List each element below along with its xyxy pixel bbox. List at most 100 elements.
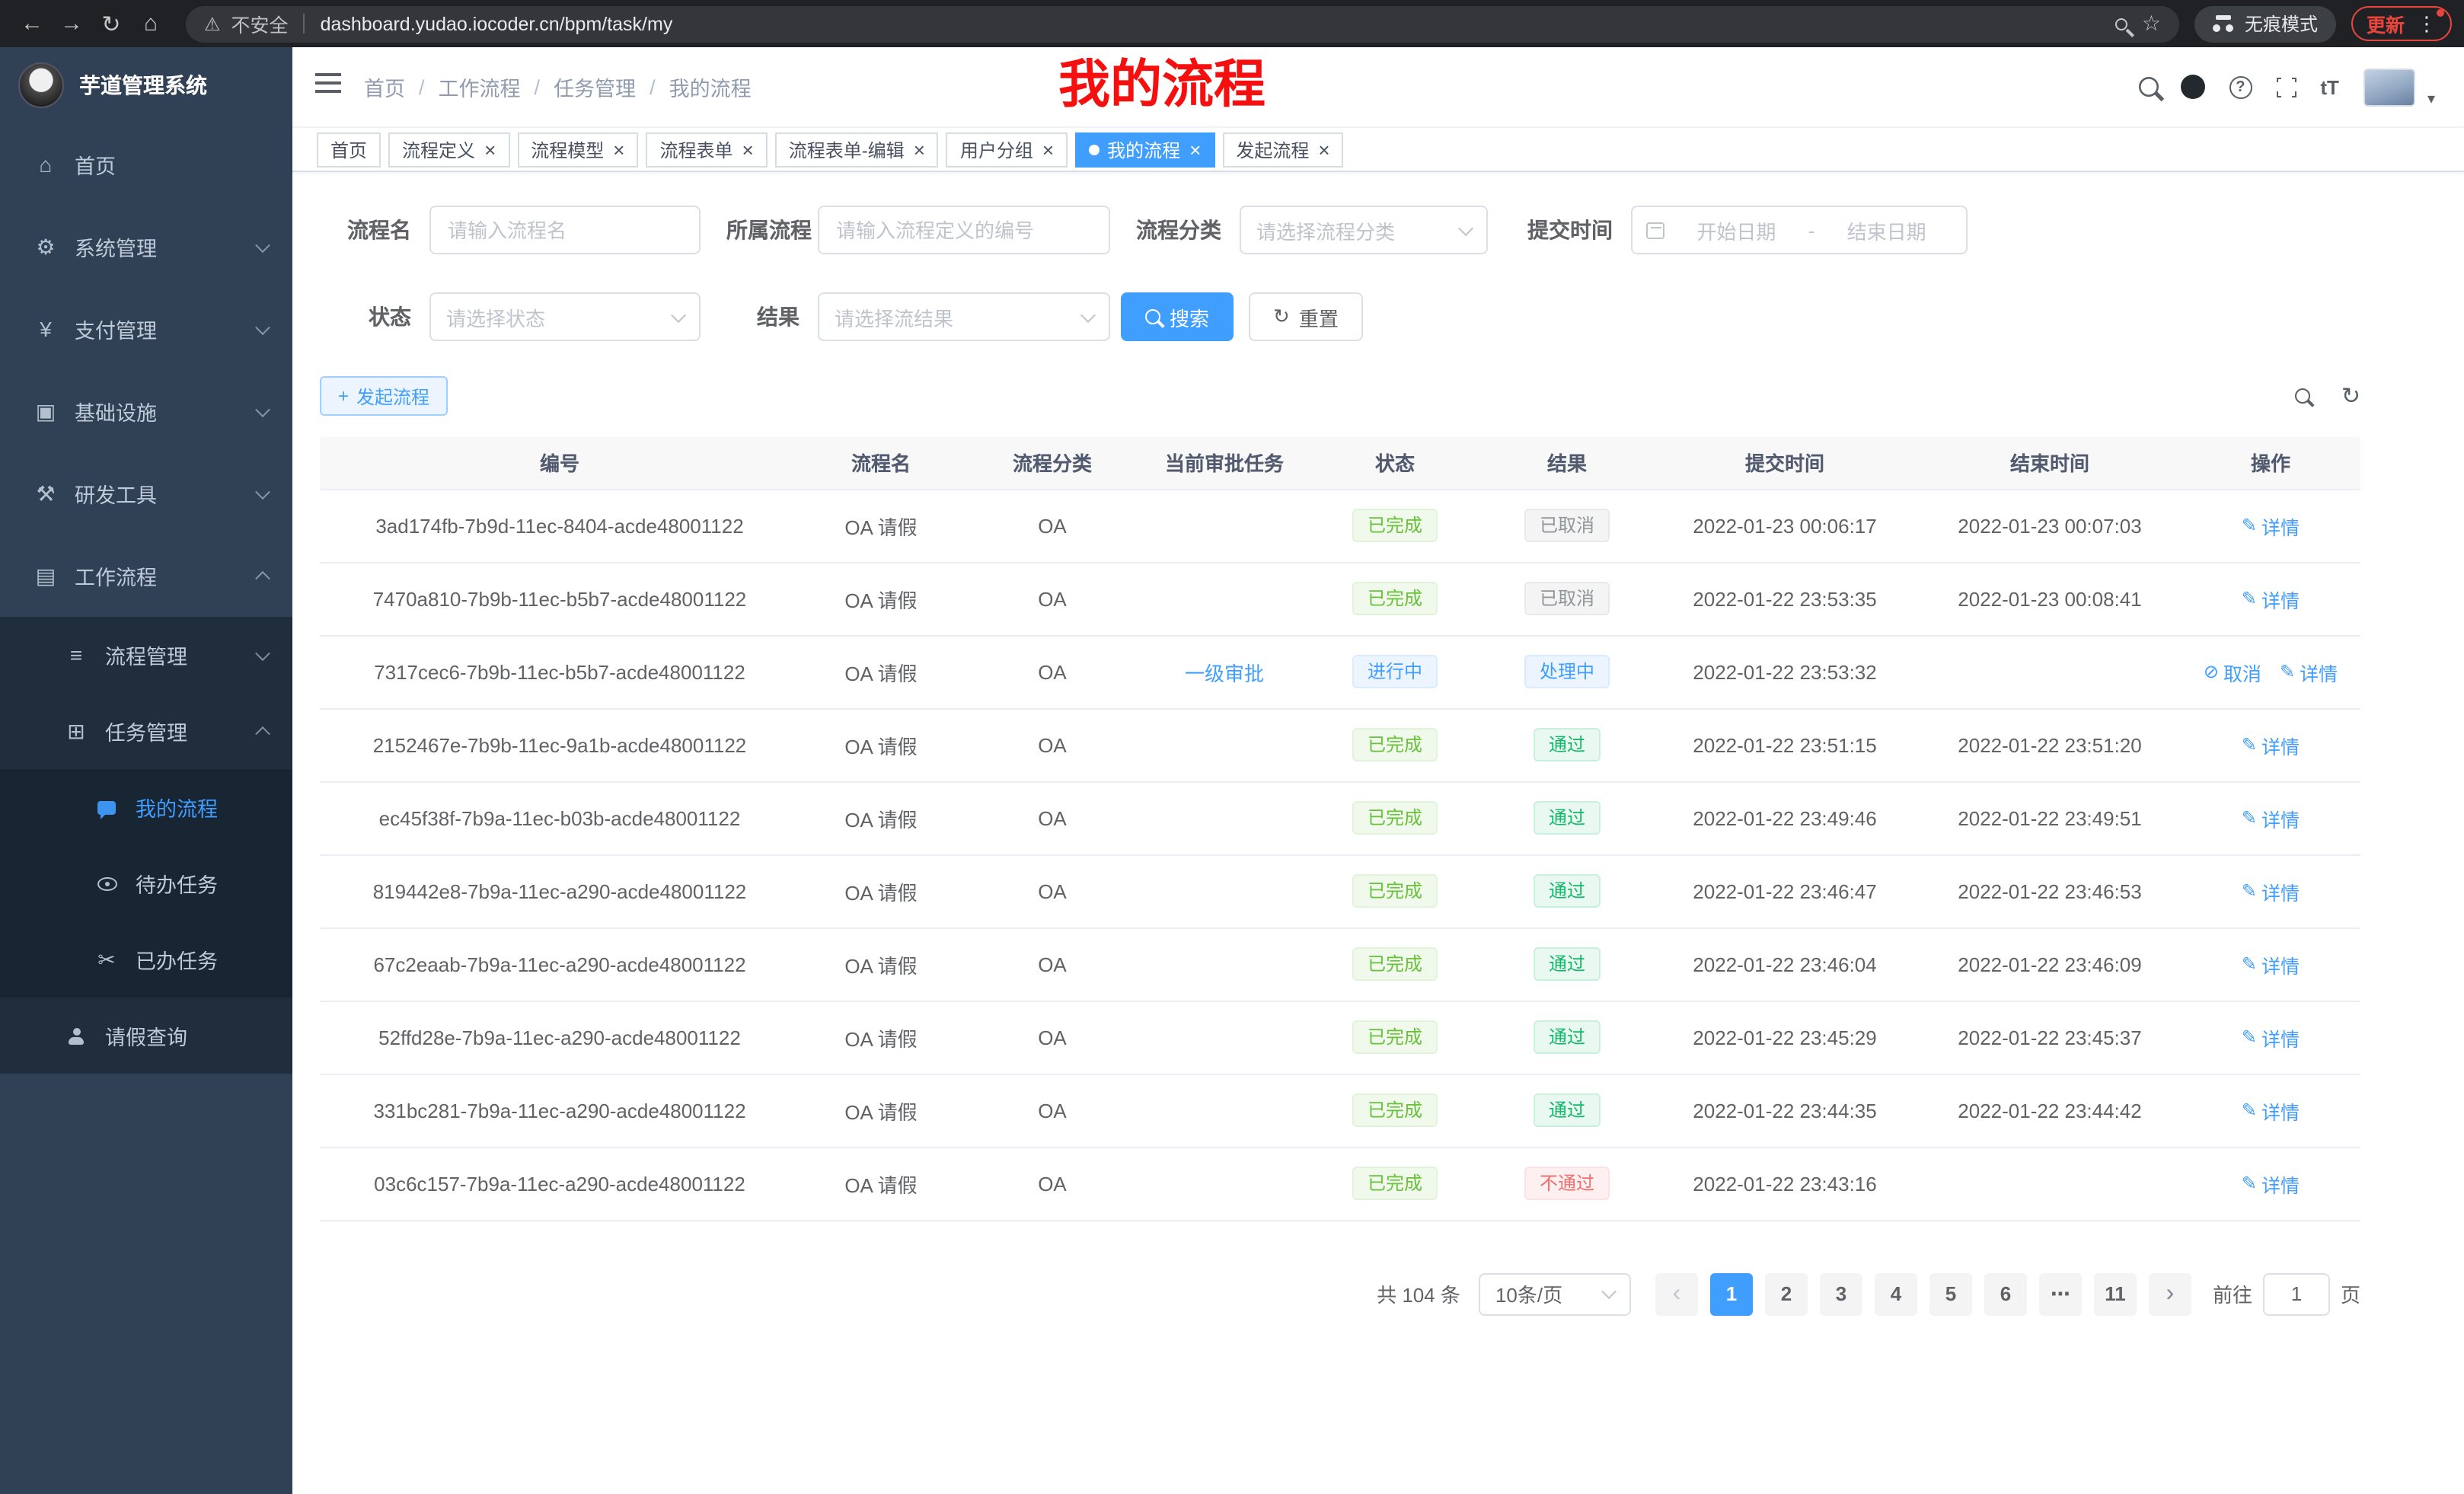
close-icon[interactable]: × [484, 139, 496, 159]
process-name-input[interactable] [429, 206, 701, 254]
tab-process-form[interactable]: 流程表单× [646, 132, 767, 167]
page-button-4[interactable]: 4 [1875, 1272, 1917, 1315]
detail-link[interactable]: ✎详情 [2242, 511, 2300, 540]
tab-process-model[interactable]: 流程模型 × [517, 132, 638, 167]
sidebar-item-infrastructure[interactable]: ▣基础设施 [0, 370, 292, 452]
result-select[interactable]: 请选择流结果 [818, 292, 1110, 341]
browser-forward-icon[interactable]: → [52, 4, 91, 43]
breadcrumb-item[interactable]: 我的流程 [669, 72, 752, 102]
page-button-5[interactable]: 5 [1929, 1272, 1972, 1315]
goto-page-input[interactable] [2263, 1272, 2330, 1315]
owner-process-input[interactable] [818, 206, 1110, 254]
main-area: 首页/工作流程/任务管理/我的流程 我的流程 ? tT ▾ 首页流程定义×流程模… [292, 47, 2464, 1494]
browser-home-icon[interactable]: ⌂ [131, 4, 171, 43]
breadcrumb-item[interactable]: 工作流程 [439, 72, 521, 102]
start-date-placeholder[interactable]: 开始日期 [1671, 215, 1802, 244]
sidebar-item-process-mgmt[interactable]: ≡流程管理 [0, 617, 292, 693]
help-icon[interactable]: ? [2229, 75, 2252, 98]
close-icon[interactable]: × [742, 139, 754, 159]
chevron-down-icon [255, 645, 270, 660]
password-key-icon[interactable] [2116, 13, 2131, 34]
close-icon[interactable]: × [613, 139, 624, 159]
detail-link[interactable]: ✎详情 [2242, 876, 2300, 905]
sidebar-menu: ⌂首页⚙系统管理¥支付管理▣基础设施⚒研发工具▤工作流程≡流程管理⊞任务管理我的… [0, 123, 292, 1074]
update-chip[interactable]: 更新 ⋮ [2351, 6, 2452, 41]
app-title: 芋道管理系统 [79, 70, 207, 101]
table-search-icon[interactable] [2296, 388, 2311, 404]
sidebar-item-leave-query[interactable]: 请假查询 [0, 998, 292, 1074]
detail-link[interactable]: ✎详情 [2242, 584, 2300, 613]
breadcrumb-item[interactable]: 任务管理 [554, 72, 636, 102]
security-label[interactable]: 不安全 [231, 9, 289, 38]
bookmark-star-icon[interactable]: ☆ [2142, 11, 2161, 37]
browser-reload-icon[interactable]: ↻ [91, 4, 131, 43]
table-refresh-icon[interactable]: ↻ [2341, 382, 2360, 410]
page-button-11[interactable]: 11 [2094, 1272, 2137, 1315]
tab-my-process[interactable]: 我的流程× [1075, 132, 1214, 167]
cell-category: OA [962, 489, 1142, 562]
page-button-6[interactable]: 6 [1984, 1272, 2027, 1315]
caret-down-icon[interactable]: ▾ [2427, 91, 2435, 107]
page-more-button[interactable]: ⋯ [2039, 1272, 2082, 1315]
address-bar[interactable]: ⚠ 不安全 dashboard.yudao.iocoder.cn/bpm/tas… [186, 5, 2179, 42]
tab-process-form-edit[interactable]: 流程表单-编辑× [775, 132, 939, 167]
sidebar-item-dev-tools[interactable]: ⚒研发工具 [0, 452, 292, 535]
tab-user-group[interactable]: 用户分组× [946, 132, 1068, 167]
font-size-icon[interactable]: tT [2320, 75, 2339, 98]
calendar-icon [1646, 222, 1664, 238]
detail-link[interactable]: ✎详情 [2242, 1023, 2300, 1052]
close-icon[interactable]: × [1042, 139, 1054, 159]
close-icon[interactable]: × [1189, 139, 1201, 159]
search-icon[interactable] [2140, 79, 2156, 94]
avatar[interactable] [2363, 68, 2415, 106]
status-select[interactable]: 请选择状态 [429, 292, 701, 341]
sidebar-item-my-process[interactable]: 我的流程 [0, 769, 292, 845]
breadcrumb-item[interactable]: 首页 [364, 72, 405, 102]
end-date-placeholder[interactable]: 结束日期 [1821, 215, 1952, 244]
tab-process-definition[interactable]: 流程定义× [388, 132, 509, 167]
filter-label-owner-process: 所属流程 [726, 215, 818, 245]
sidebar-item-task-mgmt[interactable]: ⊞任务管理 [0, 693, 292, 769]
detail-link[interactable]: ✎详情 [2242, 1169, 2300, 1198]
browser-toolbar: ← → ↻ ⌂ ⚠ 不安全 dashboard.yudao.iocoder.cn… [0, 0, 2464, 47]
cell-current-task [1142, 927, 1307, 1001]
tab-label: 流程模型 [531, 136, 604, 162]
page-button-2[interactable]: 2 [1765, 1272, 1808, 1315]
cancel-link[interactable]: ⊘取消 [2204, 657, 2261, 686]
search-button[interactable]: 搜索 [1121, 292, 1234, 341]
detail-link[interactable]: ✎详情 [2242, 803, 2300, 832]
detail-link[interactable]: ✎详情 [2280, 657, 2338, 686]
task-link[interactable]: 一级审批 [1185, 662, 1264, 685]
page-button-3[interactable]: 3 [1820, 1272, 1862, 1315]
page-button-1[interactable]: 1 [1710, 1272, 1753, 1315]
sidebar-item-workflow[interactable]: ▤工作流程 [0, 535, 292, 617]
prev-page-button[interactable]: ‹ [1655, 1272, 1698, 1315]
detail-link[interactable]: ✎详情 [2242, 730, 2300, 759]
tab-home[interactable]: 首页 [317, 132, 381, 167]
fullscreen-icon[interactable] [2276, 77, 2296, 97]
detail-link[interactable]: ✎详情 [2242, 950, 2300, 978]
sidebar-item-done-tasks[interactable]: ✂已办任务 [0, 921, 292, 998]
close-icon[interactable]: × [914, 139, 925, 159]
sidebar-item-payment-mgmt[interactable]: ¥支付管理 [0, 288, 292, 370]
detail-link[interactable]: ✎详情 [2242, 1096, 2300, 1125]
close-icon[interactable]: × [1318, 139, 1329, 159]
reset-button[interactable]: ↻ 重置 [1249, 292, 1363, 341]
tab-start-process[interactable]: 发起流程× [1222, 132, 1343, 167]
create-process-button[interactable]: + 发起流程 [320, 376, 448, 416]
github-icon[interactable] [2180, 75, 2204, 99]
sidebar-toggle[interactable] [315, 73, 341, 101]
select-placeholder: 请选择流结果 [835, 302, 953, 331]
browser-menu-icon[interactable]: ⋮ [2417, 11, 2437, 36]
sidebar-item-todo-tasks[interactable]: 待办任务 [0, 845, 292, 921]
url-text[interactable]: dashboard.yudao.iocoder.cn/bpm/task/my [321, 13, 673, 34]
goto-label: 前往 [2213, 1279, 2252, 1308]
page-size-select[interactable]: 10条/页 [1479, 1272, 1631, 1315]
next-page-button[interactable]: › [2149, 1272, 2191, 1315]
category-select[interactable]: 请选择流程分类 [1240, 206, 1488, 254]
eye-icon [91, 876, 122, 890]
sidebar-item-system-mgmt[interactable]: ⚙系统管理 [0, 206, 292, 288]
submit-time-range[interactable]: 开始日期 - 结束日期 [1631, 206, 1968, 254]
sidebar-item-home[interactable]: ⌂首页 [0, 123, 292, 206]
browser-back-icon[interactable]: ← [12, 4, 52, 43]
